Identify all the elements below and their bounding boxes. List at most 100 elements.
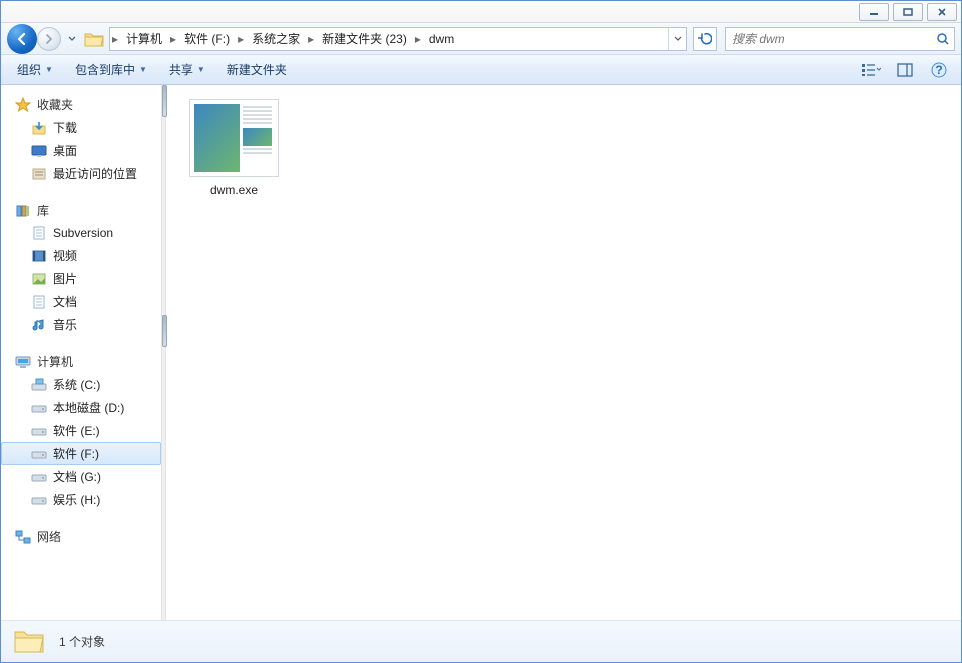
picture-icon [31, 271, 47, 287]
network-label: 网络 [37, 528, 61, 545]
help-button[interactable]: ? [925, 59, 953, 81]
view-mode-button[interactable] [857, 59, 885, 81]
include-in-library-button[interactable]: 包含到库中 ▼ [67, 58, 155, 81]
address-bar-row: ▸ 计算机 ▸ 软件 (F:) ▸ 系统之家 ▸ 新建文件夹 (23) ▸ dw… [1, 23, 961, 55]
sidebar-item-label: 软件 (E:) [53, 422, 100, 439]
share-button[interactable]: 共享 ▼ [161, 58, 213, 81]
libraries-label: 库 [37, 202, 49, 219]
sidebar-item-recent[interactable]: 最近访问的位置 [1, 162, 161, 185]
file-item[interactable]: dwm.exe [184, 95, 284, 201]
include-label: 包含到库中 [75, 61, 135, 78]
navigation-pane: 收藏夹 下载 桌面 最近访问的位置 库 Subversion [1, 85, 161, 620]
favorites-group: 收藏夹 下载 桌面 最近访问的位置 [1, 93, 161, 185]
chevron-right-icon[interactable]: ▸ [168, 32, 178, 46]
sidebar-item-drive-d[interactable]: 本地磁盘 (D:) [1, 396, 161, 419]
drive-icon [31, 400, 47, 416]
crumb-current[interactable]: dwm [423, 28, 460, 50]
system-drive-icon [31, 377, 47, 393]
network-group: 网络 [1, 525, 161, 548]
sidebar-item-videos[interactable]: 视频 [1, 244, 161, 267]
sidebar-item-drive-h[interactable]: 娱乐 (H:) [1, 488, 161, 511]
document-icon [31, 294, 47, 310]
maximize-button[interactable] [893, 3, 923, 21]
preview-pane-button[interactable] [891, 59, 919, 81]
sidebar-item-drive-e[interactable]: 软件 (E:) [1, 419, 161, 442]
titlebar [1, 1, 961, 23]
network-icon [15, 529, 31, 545]
network-header[interactable]: 网络 [1, 525, 161, 548]
chevron-down-icon: ▼ [45, 65, 53, 74]
crumb-folder-1[interactable]: 系统之家 [246, 28, 306, 50]
drive-icon [31, 446, 47, 462]
sidebar-item-label: 音乐 [53, 316, 77, 333]
crumb-folder-2[interactable]: 新建文件夹 (23) [316, 28, 413, 50]
music-icon [31, 317, 47, 333]
sidebar-item-label: 最近访问的位置 [53, 165, 137, 182]
breadcrumb[interactable]: ▸ 计算机 ▸ 软件 (F:) ▸ 系统之家 ▸ 新建文件夹 (23) ▸ dw… [109, 27, 687, 51]
desktop-icon [31, 143, 47, 159]
sidebar-item-drive-f[interactable]: 软件 (F:) [1, 442, 161, 465]
drive-icon [31, 423, 47, 439]
nav-history-dropdown[interactable] [65, 27, 79, 51]
minimize-button[interactable] [859, 3, 889, 21]
sidebar-item-label: 桌面 [53, 142, 77, 159]
breadcrumb-dropdown[interactable] [668, 28, 686, 50]
sidebar-item-label: 软件 (F:) [53, 445, 99, 462]
search-box[interactable] [725, 27, 955, 51]
share-label: 共享 [169, 61, 193, 78]
chevron-down-icon: ▼ [197, 65, 205, 74]
search-icon[interactable] [932, 32, 954, 46]
sidebar-item-drive-c[interactable]: 系统 (C:) [1, 373, 161, 396]
sidebar-item-desktop[interactable]: 桌面 [1, 139, 161, 162]
recent-icon [31, 166, 47, 182]
sidebar-item-label: 图片 [53, 270, 77, 287]
drive-icon [31, 492, 47, 508]
computer-icon [15, 354, 31, 370]
status-bar: 1 个对象 [1, 620, 961, 662]
sidebar-item-label: 系统 (C:) [53, 376, 100, 393]
libraries-group: 库 Subversion 视频 图片 文档 音乐 [1, 199, 161, 336]
sidebar-item-label: 文档 (G:) [53, 468, 101, 485]
document-icon [31, 225, 47, 241]
chevron-right-icon[interactable]: ▸ [236, 32, 246, 46]
sidebar-item-documents[interactable]: 文档 [1, 290, 161, 313]
chevron-down-icon: ▼ [139, 65, 147, 74]
organize-button[interactable]: 组织▼ [9, 58, 61, 81]
nav-forward-button[interactable] [37, 27, 61, 51]
pane-splitter[interactable] [161, 85, 166, 620]
download-icon [31, 120, 47, 136]
libraries-header[interactable]: 库 [1, 199, 161, 222]
chevron-right-icon[interactable]: ▸ [110, 32, 120, 46]
new-folder-button[interactable]: 新建文件夹 [219, 58, 295, 81]
crumb-drive-f[interactable]: 软件 (F:) [178, 28, 236, 50]
new-folder-label: 新建文件夹 [227, 61, 287, 78]
computer-label: 计算机 [37, 353, 73, 370]
search-input[interactable] [726, 32, 932, 46]
folder-icon [83, 28, 105, 50]
sidebar-item-label: 下载 [53, 119, 77, 136]
refresh-button[interactable] [693, 27, 717, 51]
sidebar-item-pictures[interactable]: 图片 [1, 267, 161, 290]
chevron-right-icon[interactable]: ▸ [306, 32, 316, 46]
crumb-computer[interactable]: 计算机 [120, 28, 168, 50]
sidebar-item-music[interactable]: 音乐 [1, 313, 161, 336]
drive-icon [31, 469, 47, 485]
sidebar-item-label: 视频 [53, 247, 77, 264]
file-name: dwm.exe [188, 183, 280, 197]
chevron-right-icon[interactable]: ▸ [413, 32, 423, 46]
close-button[interactable] [927, 3, 957, 21]
sidebar-item-subversion[interactable]: Subversion [1, 222, 161, 244]
nav-back-button[interactable] [7, 24, 37, 54]
favorites-header[interactable]: 收藏夹 [1, 93, 161, 116]
sidebar-item-downloads[interactable]: 下载 [1, 116, 161, 139]
sidebar-item-label: 文档 [53, 293, 77, 310]
sidebar-item-label: 本地磁盘 (D:) [53, 399, 124, 416]
libraries-icon [15, 203, 31, 219]
main-area: 收藏夹 下载 桌面 最近访问的位置 库 Subversion [1, 85, 961, 620]
sidebar-item-label: Subversion [53, 226, 113, 240]
sidebar-item-drive-g[interactable]: 文档 (G:) [1, 465, 161, 488]
favorites-label: 收藏夹 [37, 96, 73, 113]
computer-header[interactable]: 计算机 [1, 350, 161, 373]
folder-icon [13, 626, 45, 658]
video-icon [31, 248, 47, 264]
